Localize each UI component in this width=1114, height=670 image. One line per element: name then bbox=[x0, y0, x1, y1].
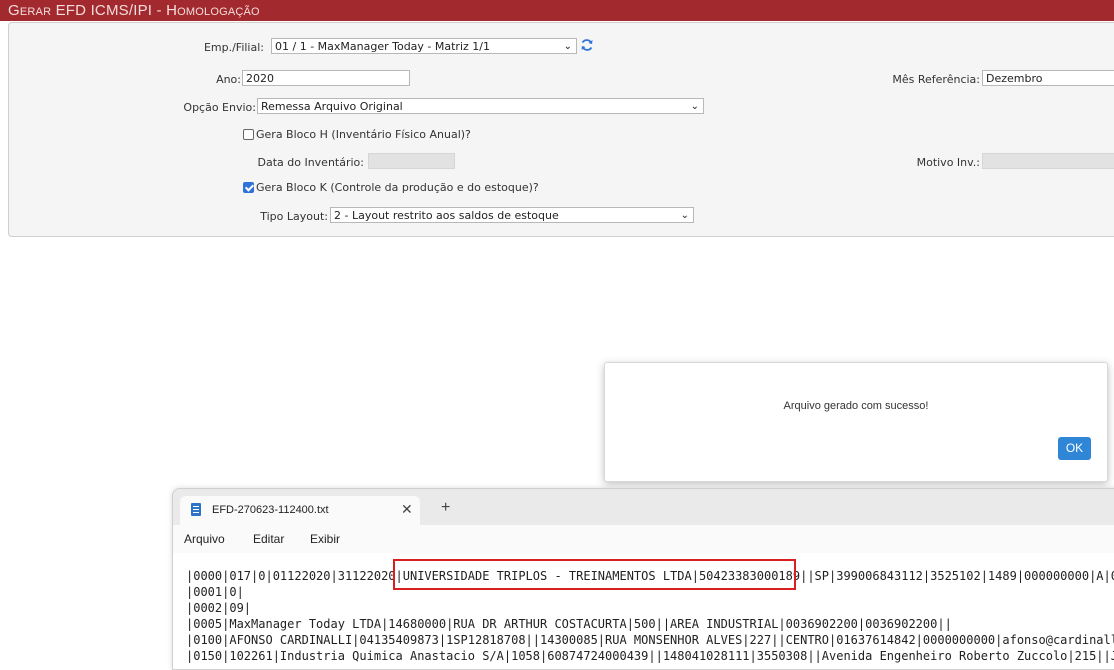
highlight-box bbox=[393, 559, 796, 590]
ano-input[interactable]: 2020 bbox=[242, 70, 410, 86]
form-panel bbox=[8, 22, 1114, 237]
tab-title: EFD-270623-112400.txt bbox=[212, 504, 329, 516]
tipo-layout-label: Tipo Layout: bbox=[260, 210, 328, 223]
emp-filial-value: 01 / 1 - MaxManager Today - Matriz 1/1 bbox=[275, 40, 490, 53]
notepad-menubar: Arquivo Editar Exibir bbox=[173, 525, 1114, 553]
gera-bloco-h-label: Gera Bloco H (Inventário Físico Anual)? bbox=[256, 128, 471, 141]
success-dialog: Arquivo gerado com sucesso! OK bbox=[604, 362, 1108, 482]
menu-exibir[interactable]: Exibir bbox=[310, 532, 340, 546]
ano-label: Ano: bbox=[216, 73, 241, 86]
notepad-tab[interactable]: EFD-270623-112400.txt ✕ bbox=[180, 496, 420, 525]
text-line: |0150|102261|Industria Quimica Anastacio… bbox=[186, 649, 1114, 663]
refresh-icon[interactable] bbox=[580, 38, 594, 52]
chevron-down-icon: ⌄ bbox=[690, 101, 699, 112]
emp-filial-select[interactable]: 01 / 1 - MaxManager Today - Matriz 1/1 ⌄ bbox=[271, 38, 577, 54]
text-line: |0002|09| bbox=[186, 601, 252, 615]
emp-filial-label: Emp./Filial: bbox=[203, 41, 264, 54]
page-header: Gerar EFD ICMS/IPI - Homologação bbox=[0, 0, 1114, 21]
text-file-icon bbox=[191, 503, 201, 516]
data-inventario-label: Data do Inventário: bbox=[257, 156, 364, 169]
menu-editar[interactable]: Editar bbox=[253, 532, 284, 546]
data-inventario-input[interactable] bbox=[368, 153, 455, 169]
ok-button[interactable]: OK bbox=[1058, 437, 1091, 460]
tipo-layout-value: 2 - Layout restrito aos saldos de estoqu… bbox=[334, 209, 559, 222]
mes-referencia-label: Mês Referência: bbox=[892, 73, 980, 86]
text-line: |0005|MaxManager Today LTDA|14680000|RUA… bbox=[186, 617, 952, 631]
text-line: |0001|0| bbox=[186, 585, 244, 599]
new-tab-icon[interactable]: + bbox=[441, 499, 450, 517]
close-tab-icon[interactable]: ✕ bbox=[401, 501, 413, 518]
chevron-down-icon: ⌄ bbox=[563, 41, 572, 52]
gera-bloco-k-checkbox[interactable] bbox=[243, 182, 254, 193]
mes-referencia-select[interactable]: Dezembro bbox=[982, 70, 1114, 86]
tipo-layout-select[interactable]: 2 - Layout restrito aos saldos de estoqu… bbox=[330, 207, 694, 223]
page-title: Gerar EFD ICMS/IPI - Homologação bbox=[8, 2, 260, 19]
opcao-envio-value: Remessa Arquivo Original bbox=[261, 100, 403, 113]
notepad-tabbar: EFD-270623-112400.txt ✕ + bbox=[173, 489, 1114, 525]
text-line: |0100|AFONSO CARDINALLI|04135409873|1SP1… bbox=[186, 633, 1114, 647]
chevron-down-icon: ⌄ bbox=[680, 210, 689, 221]
motivo-inv-label: Motivo Inv.: bbox=[916, 156, 980, 169]
motivo-inv-select[interactable] bbox=[982, 153, 1114, 169]
menu-arquivo[interactable]: Arquivo bbox=[184, 532, 225, 546]
gera-bloco-k-label: Gera Bloco K (Controle da produção e do … bbox=[256, 181, 539, 194]
opcao-envio-label: Opção Envio: bbox=[183, 101, 256, 114]
dialog-message: Arquivo gerado com sucesso! bbox=[783, 400, 929, 412]
opcao-envio-select[interactable]: Remessa Arquivo Original ⌄ bbox=[257, 98, 704, 114]
gera-bloco-h-checkbox[interactable] bbox=[243, 129, 254, 140]
